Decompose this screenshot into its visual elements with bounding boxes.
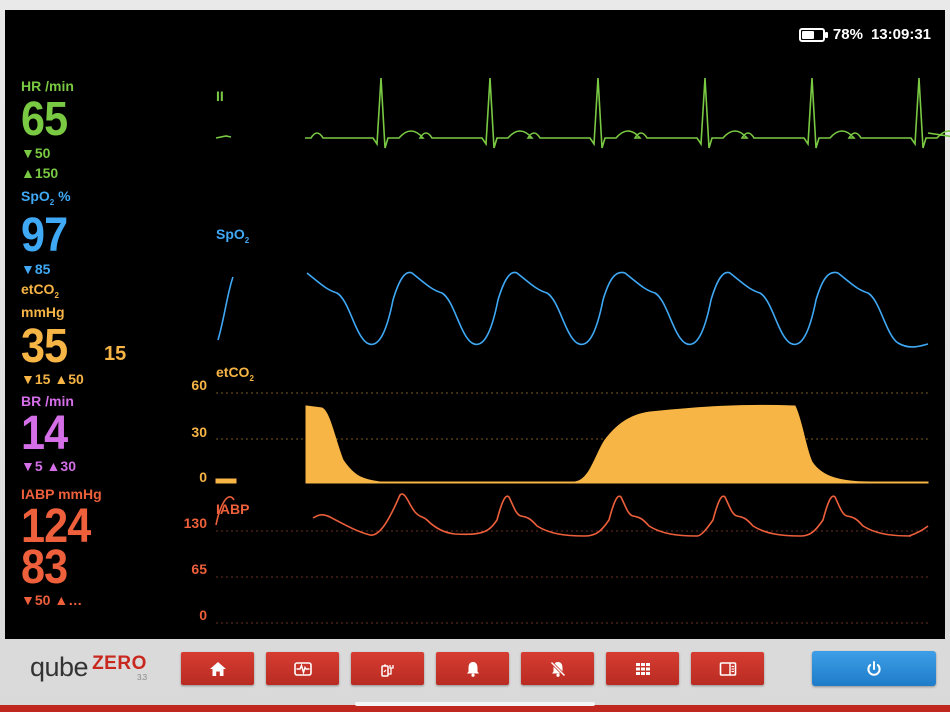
power-button[interactable] [812, 651, 936, 686]
bell-icon [466, 661, 479, 677]
alarm-silence-button[interactable] [521, 652, 594, 685]
waveform-area [215, 77, 950, 624]
home-icon [209, 661, 226, 676]
battery-plug-icon [380, 664, 394, 677]
power-icon [867, 660, 881, 676]
bottom-accent-strip [0, 705, 950, 712]
grid-menu-button[interactable] [606, 652, 679, 685]
spo2-waveform [217, 271, 929, 348]
grid-icon [635, 662, 650, 675]
etco2-waveform [215, 404, 929, 484]
home-indicator [355, 702, 595, 706]
layout-button[interactable] [691, 652, 764, 685]
layout-icon [719, 661, 736, 676]
home-button[interactable] [181, 652, 254, 685]
iabp-waveform [215, 493, 929, 537]
waveform-button[interactable] [266, 652, 339, 685]
bell-off-icon [549, 660, 566, 677]
ecg-waveform [215, 77, 950, 149]
power-source-button[interactable] [351, 652, 424, 685]
alarm-button[interactable] [436, 652, 509, 685]
brand-logo: qube ZERO 3.3 [30, 652, 147, 682]
waveform-icon [293, 661, 312, 676]
